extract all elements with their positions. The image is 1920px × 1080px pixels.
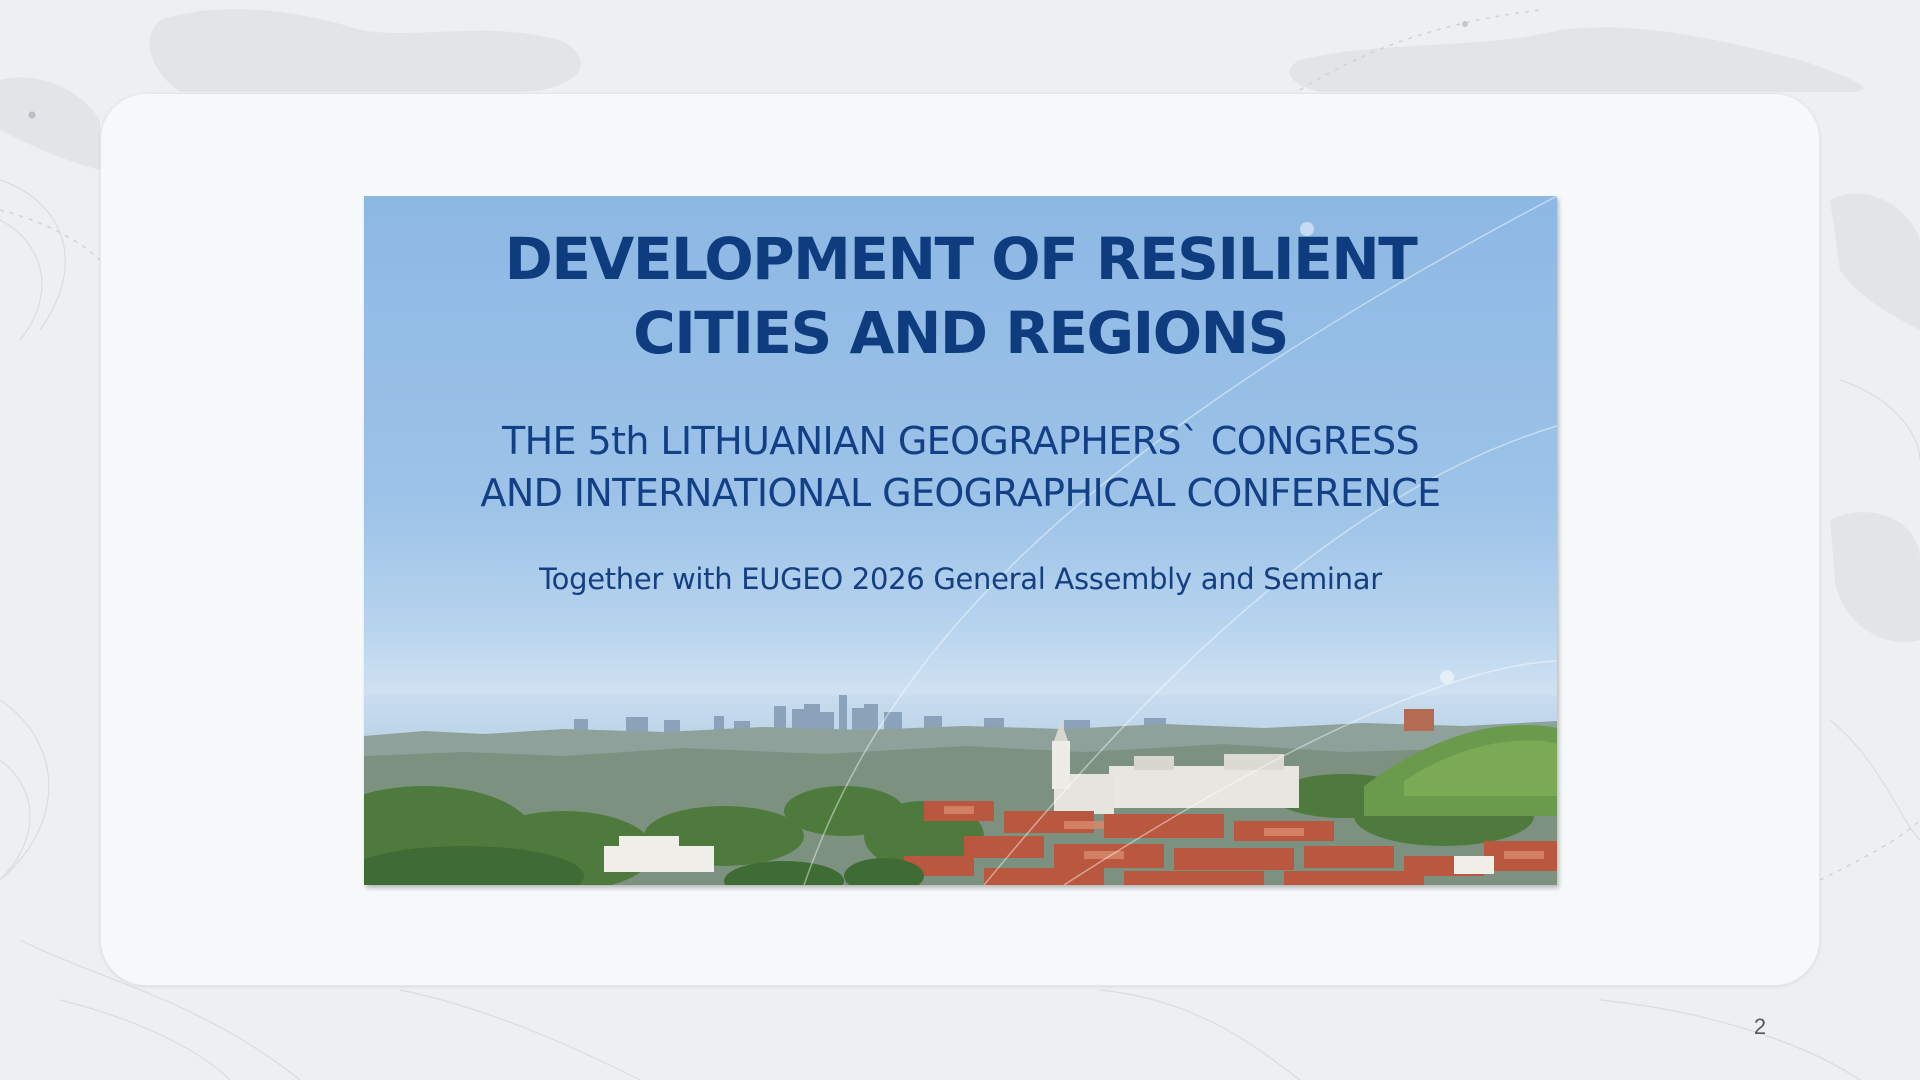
page-number: 2 [1753, 1014, 1767, 1039]
subtitle-line-2: AND INTERNATIONAL GEOGRAPHICAL CONFERENC… [480, 471, 1441, 515]
subtitle-line-1: THE 5th LITHUANIAN GEOGRAPHERS` CONGRESS [502, 419, 1420, 463]
conference-title-slide: DEVELOPMENT OF RESILIENT CITIES AND REGI… [364, 196, 1557, 885]
slide-tagline: Together with EUGEO 2026 General Assembl… [539, 562, 1382, 596]
slide-subtitle: THE 5th LITHUANIAN GEOGRAPHERS` CONGRESS… [364, 415, 1557, 519]
title-line-1: DEVELOPMENT OF RESILIENT [504, 225, 1418, 293]
slide-title: DEVELOPMENT OF RESILIENT CITIES AND REGI… [364, 222, 1557, 370]
presentation-page: DEVELOPMENT OF RESILIENT CITIES AND REGI… [0, 0, 1920, 1080]
title-line-2: CITIES AND REGIONS [633, 299, 1289, 367]
